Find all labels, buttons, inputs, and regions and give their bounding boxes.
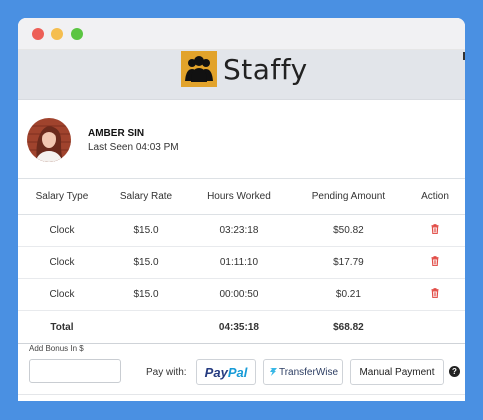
transferwise-flag-icon [269,368,277,376]
trash-icon[interactable] [430,256,440,267]
cell-salary-type: Clock [18,214,106,247]
cell-salary-type: Clock [18,246,106,279]
window-titlebar [18,18,465,50]
cell-hours-worked: 01:11:10 [186,246,292,279]
last-seen-text: Last Seen 04:03 PM [88,142,179,153]
cell-action [405,278,465,311]
close-window-button[interactable] [32,28,44,40]
paypal-label-pay: Pay [204,364,228,380]
trash-icon[interactable] [430,288,440,299]
transferwise-label: TransferWise [278,366,339,378]
app-name: Staffy [223,52,308,86]
cell-salary-type: Clock [18,278,106,311]
cell-pending-amount: $50.82 [291,214,406,247]
cell-hours-worked: 03:23:18 [186,214,292,247]
logo[interactable]: Staffy [181,51,308,87]
table-row: Clock $15.0 00:00:50 $0.21 [18,278,465,311]
header-salary-type: Salary Type [18,178,106,215]
table-total-row: Total 04:35:18 $68.82 [18,310,465,344]
header-salary-rate: Salary Rate [105,178,187,215]
total-hours: 04:35:18 [186,310,292,344]
paypal-button[interactable]: Pay Pal [196,359,256,385]
people-icon [181,51,217,87]
total-label: Total [18,310,106,344]
cell-action [405,214,465,247]
total-amount: $68.82 [291,310,406,344]
header-hours-worked: Hours Worked [186,178,292,215]
avatar [27,118,71,162]
minimize-window-button[interactable] [51,28,63,40]
user-name: AMBER SIN [88,128,145,139]
cell-action [405,246,465,279]
app-window: Staffy AMBER SIN Last Seen 04:03 PM Sala… [18,18,465,401]
manual-payment-button[interactable]: Manual Payment [350,359,444,385]
help-icon[interactable]: ? [449,366,460,377]
total-empty-action [405,310,465,344]
bottom-divider [18,394,465,395]
cell-salary-rate: $15.0 [105,278,187,311]
transferwise-button[interactable]: TransferWise [263,359,343,385]
header-pending-amount: Pending Amount [291,178,406,215]
pay-with-label: Pay with: [146,367,187,378]
total-empty-rate [105,310,187,344]
cell-hours-worked: 00:00:50 [186,278,292,311]
cell-salary-rate: $15.0 [105,246,187,279]
bonus-label: Add Bonus In $ [29,344,84,353]
cell-pending-amount: $17.79 [291,246,406,279]
bonus-input[interactable] [29,359,121,383]
cell-pending-amount: $0.21 [291,278,406,311]
user-profile: AMBER SIN Last Seen 04:03 PM [18,118,465,176]
table-header-row: Salary Type Salary Rate Hours Worked Pen… [18,178,465,215]
table-row: Clock $15.0 03:23:18 $50.82 [18,214,465,247]
paypal-label-pal: Pal [227,364,248,380]
maximize-window-button[interactable] [71,28,83,40]
trash-icon[interactable] [430,224,440,235]
cell-salary-rate: $15.0 [105,214,187,247]
header-edge-mark [463,52,465,60]
app-header: Staffy [18,50,465,100]
table-row: Clock $15.0 01:11:10 $17.79 [18,246,465,279]
header-action: Action [405,178,465,215]
salary-table: Salary Type Salary Rate Hours Worked Pen… [18,178,465,344]
